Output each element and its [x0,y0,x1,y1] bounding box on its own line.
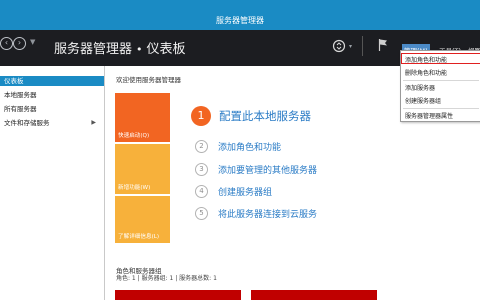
menu-separator [403,108,479,109]
tile-label: 了解详细信息(L) [118,234,160,240]
step-number-badge: 5 [195,207,208,220]
notifications-flag-button[interactable] [378,38,388,55]
step-number-badge: 1 [191,106,211,126]
flag-icon [378,39,387,51]
role-tile-header[interactable] [115,290,241,300]
window-title: 服务器管理器 [216,16,264,25]
menu-item-add-roles-features[interactable]: 添加角色和功能 [405,55,447,64]
step-link[interactable]: 添加要管理的其他服务器 [218,163,317,176]
sidebar-item-local-server[interactable]: 本地服务器 [0,90,104,100]
tile-label: 快速启动(Q) [118,133,150,139]
tile-label: 新增功能(W) [118,185,151,191]
menu-item-remove-roles-features[interactable]: 删除角色和功能 [405,68,447,77]
title-bar: 服务器管理器 [0,0,480,30]
tile-whats-new[interactable]: 新增功能(W) [115,144,170,194]
chevron-right-icon: ▶ [91,119,96,126]
step-number-badge: 2 [195,140,208,153]
sidebar-item-label: 文件和存储服务 [4,119,50,127]
welcome-heading: 欢迎使用服务器管理器 [116,76,181,84]
breadcrumb-app: 服务器管理器 [54,42,133,57]
role-tile-header[interactable] [251,290,377,300]
tile-quick-start[interactable]: 快速启动(Q) [115,93,170,142]
step-number-badge: 4 [195,185,208,198]
step-link[interactable]: 创建服务器组 [218,185,272,198]
sidebar-item-all-servers[interactable]: 所有服务器 [0,104,104,114]
menu-item-create-server-group[interactable]: 创建服务器组 [405,96,441,105]
sidebar-item-dashboard[interactable]: 仪表板 [0,76,104,86]
history-dropdown-icon[interactable]: ▼ [30,38,35,46]
toolbar-divider [362,36,363,56]
menu-item-add-servers[interactable]: 添加服务器 [405,83,435,92]
manage-menu-dropdown: 添加角色和功能 删除角色和功能 添加服务器 创建服务器组 服务器管理器属性 [400,50,480,122]
breadcrumb-separator: • [136,43,143,56]
breadcrumb-page: 仪表板 [146,42,186,57]
step-number-badge: 3 [195,163,208,176]
sidebar-item-label: 仪表板 [4,77,24,85]
sidebar-item-label: 所有服务器 [4,105,37,113]
menu-item-server-manager-properties[interactable]: 服务器管理器属性 [405,111,453,120]
breadcrumb: 服务器管理器 • 仪表板 [54,38,186,57]
refresh-icon [332,39,346,53]
step-link[interactable]: 配置此本地服务器 [219,108,311,124]
refresh-dropdown-icon[interactable]: ▾ [349,43,352,50]
sidebar-item-file-storage[interactable]: 文件和存储服务 ▶ [0,118,104,128]
step-link[interactable]: 添加角色和功能 [218,140,281,153]
menu-separator [403,80,479,81]
tile-learn-more[interactable]: 了解详细信息(L) [115,196,170,243]
sidebar: 仪表板 本地服务器 所有服务器 文件和存储服务 ▶ [0,66,105,300]
sidebar-item-label: 本地服务器 [4,91,37,99]
back-icon[interactable]: ‹ [0,37,13,50]
forward-icon[interactable]: › [13,37,26,50]
roles-summary: 角色: 1 | 服务器组: 1 | 服务器总数: 1 [116,275,217,282]
step-link[interactable]: 将此服务器连接到云服务 [218,207,317,220]
refresh-button[interactable] [332,39,346,56]
